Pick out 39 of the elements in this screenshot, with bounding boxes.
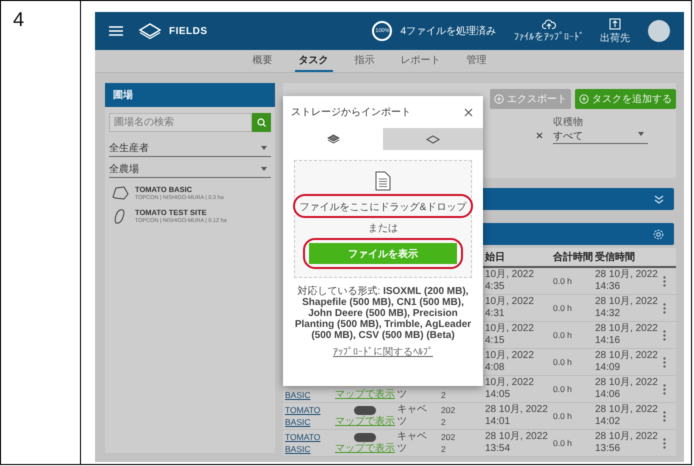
table-cell-text: 28 10月, 2022 13:56 (595, 431, 659, 455)
table-cell-text: キャベ ツ (397, 431, 428, 455)
table-cell-text: 0.0 h (553, 329, 573, 341)
status-text: 4ファイルを処理済み (400, 24, 496, 38)
table-cell-text: 28 10月, 2022 13:54 (484, 431, 549, 455)
column-header: 始日 (484, 250, 506, 264)
or-text: または (368, 222, 398, 235)
column-header: 受信時間 (595, 250, 636, 264)
dialog-title: ストレージからインポート (291, 106, 411, 119)
table-cell-text: 28 10月, 2022 14:36 (595, 269, 659, 293)
drop-instruction: ファイルをここにドラッグ&ドロップ (300, 202, 466, 213)
table-cell-text: 2 (441, 389, 447, 401)
table-cell-text: 28 10月, 2022 14:16 (595, 323, 659, 347)
table-cell-text: 28 10月, 2022 14:01 (484, 404, 549, 428)
field-label: 収穫物 (553, 116, 584, 129)
table-cell-text: 28 10月, 2022 14:32 (595, 296, 659, 320)
app-name: FIELDS (169, 26, 208, 36)
panel-header: 圃場 (105, 83, 275, 107)
table-cell-text: 10月, 2022 4:08 (484, 350, 535, 374)
table-cell-text: キャベ ツ (397, 404, 428, 428)
table-cell-text: 0.0 h (553, 275, 573, 287)
table-cell-text: 28 10月, 2022 14:09 (595, 350, 659, 374)
table-cell-text: 10月, 2022 4:35 (484, 269, 535, 293)
table-cell-text: 202 2 (441, 431, 456, 455)
table-cell-text: 10月, 2022 14:05 (484, 377, 535, 401)
table-cell-text: 0.0 h (553, 410, 573, 422)
row-number: 4 (13, 9, 24, 31)
table-cell-text: 0.0 h (553, 302, 573, 314)
table-cell-text: 202 2 (441, 404, 456, 428)
table-cell-text: 10月, 2022 4:15 (484, 323, 535, 347)
table-cell-text: ツ (397, 388, 408, 401)
table-cell-text: 0.0 h (553, 356, 573, 368)
column-header: 合計時間 (553, 250, 594, 264)
table-cell-text: 0.0 h (553, 437, 573, 449)
table-cell-text: 28 10月, 2022 14:02 (595, 404, 659, 428)
supported-formats-text: 対応している形式: ISOXML (200 MB), Shapefile (500 MB), CN1 (500 MB), John Deere (500 MB), Precision Planting (500 MB), Trimble, AgLeader (500 MB), CSV (500 MB) (Beta) (294, 286, 472, 341)
table-cell-text: 28 10月, 2022 14:06 (595, 377, 659, 401)
table-cell-text: 0.0 h (553, 383, 573, 395)
table-cell-text: 10月, 2022 4:31 (484, 296, 535, 320)
